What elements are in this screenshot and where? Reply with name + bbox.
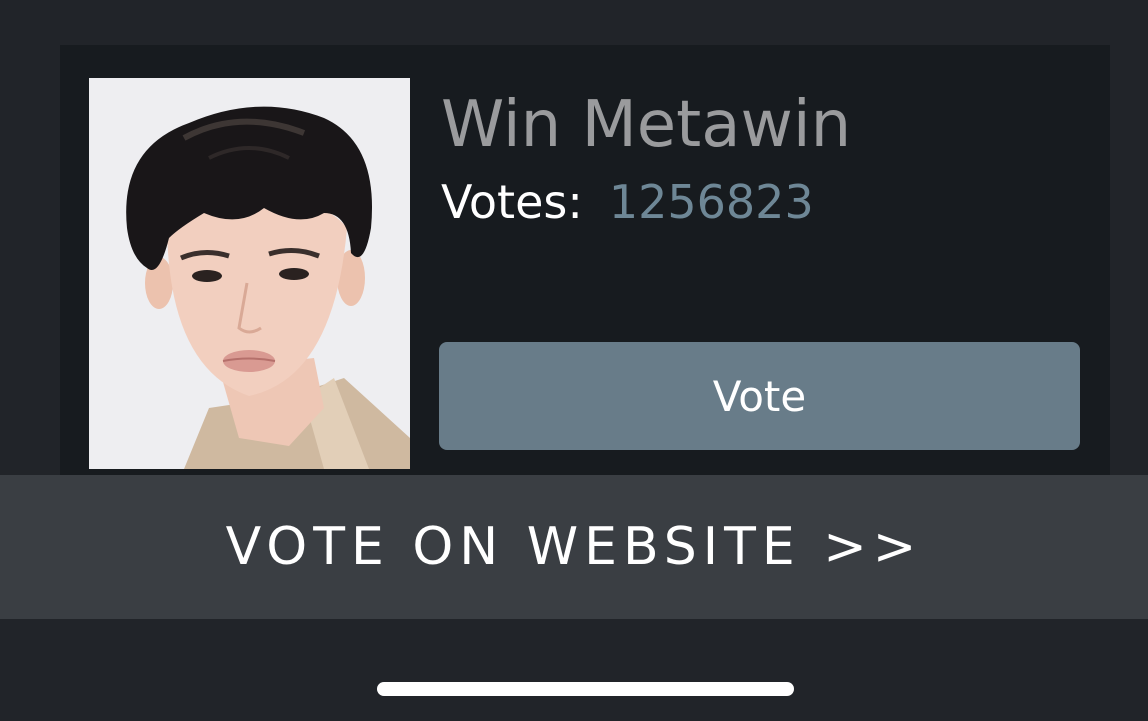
candidate-photo: [89, 78, 410, 469]
vote-on-website-label: VOTE ON WEBSITE >>: [225, 517, 923, 577]
vote-button[interactable]: Vote: [439, 342, 1080, 450]
vote-screen: Win Metawin Votes: 1256823 Vote VOTE ON W…: [0, 0, 1148, 721]
votes-row: Votes: 1256823: [441, 173, 814, 231]
candidate-name: Win Metawin: [441, 88, 852, 162]
votes-label: Votes:: [441, 175, 583, 229]
votes-count: 1256823: [608, 175, 814, 229]
portrait-illustration: [89, 78, 410, 469]
candidate-card: Win Metawin Votes: 1256823 Vote: [60, 45, 1110, 475]
home-indicator[interactable]: [377, 682, 794, 696]
vote-on-website-link[interactable]: VOTE ON WEBSITE >>: [0, 475, 1148, 619]
